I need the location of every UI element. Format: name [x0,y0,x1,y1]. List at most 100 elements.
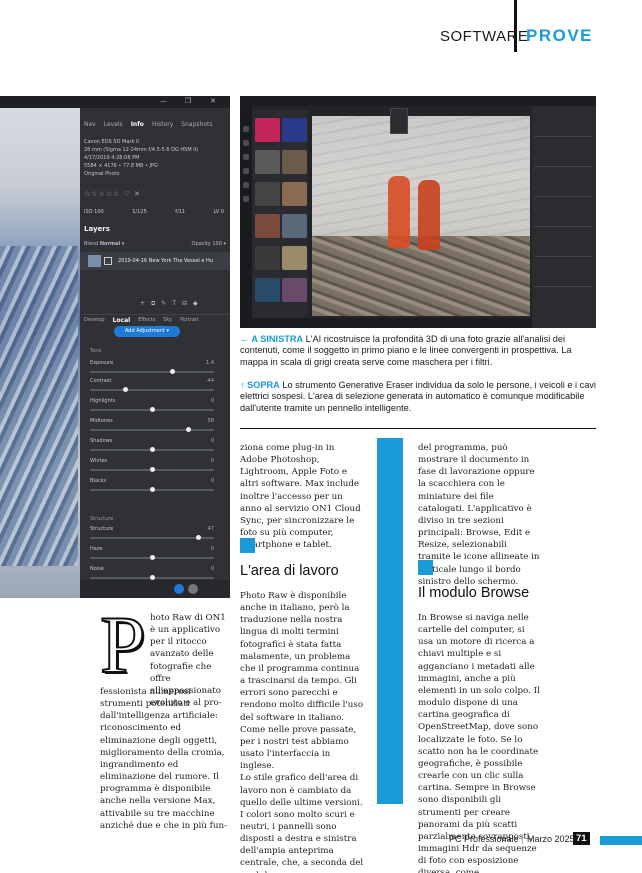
preset-tile[interactable] [255,150,280,174]
preset-tile[interactable] [255,214,280,238]
slider-label: Highlights [90,398,116,404]
tab-local[interactable]: Local [113,317,131,324]
panel-divider [535,196,593,197]
restore-icon[interactable]: ❐ [185,97,191,105]
heading-modulo-browse: Il modulo Browse [418,585,530,601]
close-icon[interactable]: ✕ [210,97,216,105]
meta-size: 5584 × 4176 • 77.8 MB • JPG [84,163,158,169]
slider-track[interactable] [90,429,214,431]
photo-metadata: Canon EOS 5D Mark II 28 mm (Sigma 12-24m… [84,138,198,178]
tab-snapshots[interactable]: Snapshots [181,121,212,128]
tab-history[interactable]: History [152,121,173,128]
caption-up-tag: ↑ SOPRA [240,380,280,390]
slider-midtones[interactable]: Midtones 58 [90,418,214,436]
tab-info[interactable]: Info [131,121,144,128]
slider-structure[interactable]: Structure 47 [90,526,214,544]
slider-handle[interactable] [150,447,155,452]
slider-value: 1.4 [206,360,214,366]
tool-icon[interactable] [243,182,249,188]
caption-left-tag: ← A SINISTRA [240,334,304,344]
rating-stars-icon[interactable]: ☆☆☆☆☆ ♡ ✕ [84,190,141,198]
slider-handle[interactable] [150,407,155,412]
eraser-selection-person[interactable] [388,176,410,248]
slider-value: 47 [207,526,214,532]
panel-divider [535,256,593,257]
window-titlebar: — ❐ ✕ [0,96,230,108]
preset-tile[interactable] [282,150,307,174]
edit-icon[interactable] [243,140,249,146]
preset-tile[interactable] [282,214,307,238]
cancel-icon[interactable] [188,584,198,594]
column-3-top: del programma, può mostrare il documento… [418,443,540,587]
slider-haze[interactable]: Haze 0 [90,546,214,564]
opacity-label: Opacity [191,241,211,247]
confirm-icon[interactable] [174,584,184,594]
blend-select[interactable]: Normal [100,241,120,247]
slider-contrast[interactable]: Contrast -44 [90,378,214,396]
preset-tile[interactable] [255,118,280,142]
layer-row[interactable]: 2019-04-16 New York The Vessel e Hu [80,252,230,270]
panel-tabs: Nav Levels Info History Snapshots [84,121,212,128]
slider-value: -44 [205,378,214,384]
tool-icon[interactable] [243,196,249,202]
preset-tile[interactable] [255,278,280,302]
slider-exposure[interactable]: Exposure 1.4 [90,360,214,378]
caption-up: ↑ SOPRA Lo strumento Generative Eraser i… [240,380,596,414]
slider-label: Blacks [90,478,107,484]
slider-track[interactable] [90,389,214,391]
slider-label: Exposure [90,360,114,366]
tab-sky[interactable]: Sky [163,317,172,324]
slider-handle[interactable] [122,387,128,392]
slider-highlights[interactable]: Highlights 0 [90,398,214,416]
tab-levels[interactable]: Levels [104,121,123,128]
module-icon-bar [240,106,252,328]
slider-handle[interactable] [195,535,201,540]
slider-label: Shadows [90,438,113,444]
screenshot-generative-eraser [240,96,596,328]
exif-row: ISO 100 1/125 f/11 LV 0 [84,209,224,215]
caption-up-text: Lo strumento Generative Eraser individua… [240,380,596,413]
tab-nav[interactable]: Nav [84,121,96,128]
preset-tile[interactable] [282,278,307,302]
tool-icon[interactable] [243,168,249,174]
tab-effects[interactable]: Effects [138,317,155,324]
preset-tile[interactable] [255,182,280,206]
slider-handle[interactable] [150,467,155,472]
layer-name: 2019-04-16 New York The Vessel e Hu [118,258,213,264]
opacity-value[interactable]: 100 [212,241,222,247]
column-1-body: fessionista numerosi strumenti potenziat… [100,687,227,831]
slider-value: 0 [210,546,214,552]
caption-left: ← A SINISTRA L'AI ricostruisce la profon… [240,334,588,368]
heading-square-icon [418,560,433,575]
exif-iso: ISO 100 [84,209,104,215]
tab-develop[interactable]: Develop [84,317,105,324]
layer-tools-icon[interactable]: +⧉✎T⊟◆ [140,300,204,308]
preset-tile[interactable] [282,118,307,142]
preset-tile[interactable] [282,182,307,206]
slider-handle[interactable] [169,369,175,374]
window-titlebar [240,96,596,106]
resize-icon[interactable] [243,154,249,160]
slider-value: 0 [210,566,214,572]
slider-whites[interactable]: Whites 0 [90,458,214,476]
minimize-icon[interactable]: — [160,97,167,105]
slider-handle[interactable] [150,487,155,492]
column-2-body: Photo Raw è disponibile anche in italian… [240,591,364,873]
tab-portrait[interactable]: Portrait [180,317,198,324]
preset-tile[interactable] [282,246,307,270]
eraser-selection-person[interactable] [418,180,440,250]
slider-blacks[interactable]: Blacks 0 [90,478,214,496]
add-adjustment-button[interactable]: Add Adjustment ▾ [114,326,180,337]
slider-label: Noise [90,566,104,572]
structure-section-title: Structure [90,516,114,522]
right-panel: Nav Levels Info History Snapshots Canon … [80,108,230,598]
panel-divider [535,136,593,137]
slider-shadows[interactable]: Shadows 0 [90,438,214,456]
blend-label: Blend [84,241,99,247]
preset-tile[interactable] [255,246,280,270]
slider-handle[interactable] [185,427,191,432]
slider-track[interactable] [90,371,214,373]
slider-handle[interactable] [150,555,155,560]
browse-icon[interactable] [243,126,249,132]
eraser-dropdown-menu[interactable] [390,108,408,134]
